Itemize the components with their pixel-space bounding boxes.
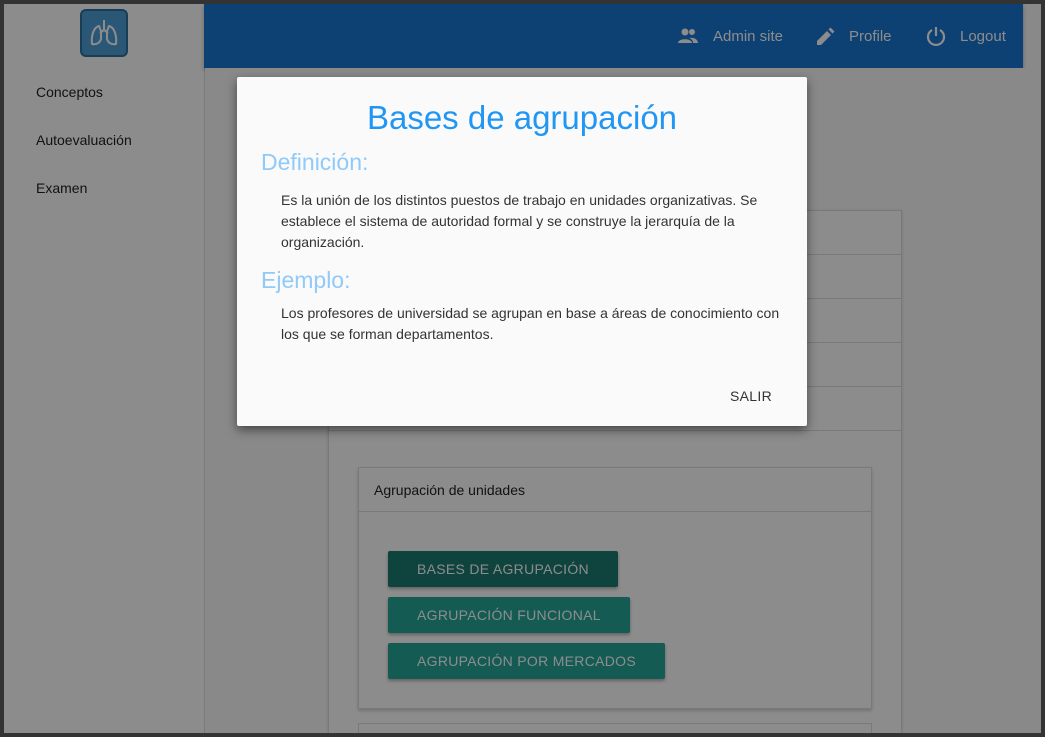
app-window: Conceptos Autoevaluación Examen Admin si… bbox=[0, 0, 1045, 737]
salir-button[interactable]: SALIR bbox=[730, 388, 772, 404]
concept-dialog: Bases de agrupación Definición: Es la un… bbox=[237, 77, 807, 426]
example-text: Los profesores de universidad se agrupan… bbox=[281, 305, 780, 342]
definition-heading: Definición: bbox=[261, 149, 369, 175]
example-heading: Ejemplo: bbox=[261, 267, 351, 293]
dialog-title: Bases de agrupación bbox=[366, 99, 678, 136]
definition-text: Es la unión de los distintos puestos de … bbox=[281, 192, 758, 250]
